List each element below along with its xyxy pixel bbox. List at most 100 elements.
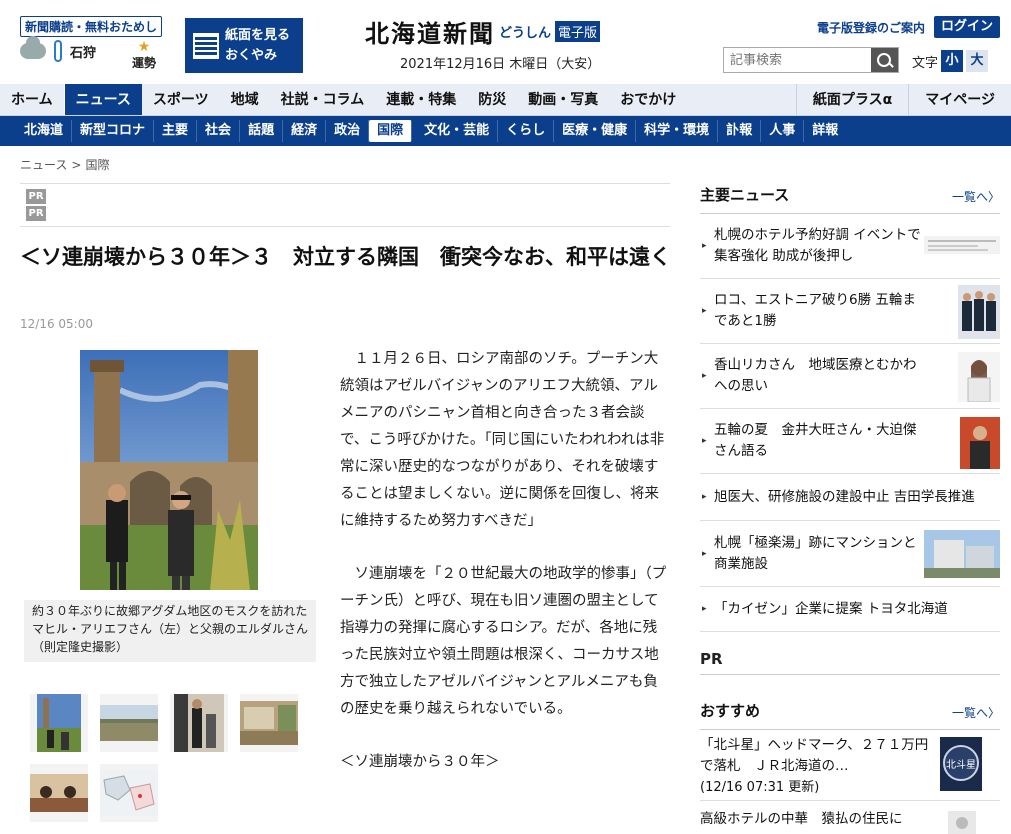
fortune-link[interactable]: ★ 運勢 [132,40,156,71]
nav-region[interactable]: 地域 [220,84,270,115]
font-size-control: 文字 小 大 [912,50,989,72]
map-image [100,770,158,816]
thermometer-icon [54,40,62,62]
news-title: 五輪の夏 金井大旺さん・大迫傑さん語る [714,422,917,459]
cat-life[interactable]: くらし [498,120,555,142]
register-link[interactable]: 電子版登録のご案内 [817,19,925,36]
thumbnail[interactable] [100,764,158,822]
nav-editorial[interactable]: 社説・コラム [270,84,376,115]
header: 新聞購読・無料おためし 石狩 ★ 運勢 紙面を見る おくやみ 北海道新聞 どうし… [0,0,1011,84]
nav-outing[interactable]: おでかけ [609,84,687,115]
main-news-more-link[interactable]: 一覧へ〉 [952,188,1000,205]
fortune-label: 運勢 [132,56,157,70]
cat-international[interactable]: 国際 [369,120,413,142]
main-news-header: 主要ニュース 一覧へ〉 [700,184,1000,214]
article-subhead: ＜ソ連崩壊から３０年＞ [340,754,500,770]
cat-science[interactable]: 科学・環境 [636,120,719,142]
search-input[interactable] [724,48,871,72]
news-item[interactable]: ▸ 札幌「極楽湯」跡にマンションと商業施設 [700,521,1000,587]
weather-widget[interactable]: 石狩 [20,36,96,62]
font-small-button[interactable]: 小 [941,50,964,72]
pr-area: PR PR [20,183,670,227]
cat-main[interactable]: 主要 [154,120,198,142]
bullet-icon: ▸ [702,604,707,614]
obituary-label: おくやみ [225,47,278,63]
font-size-label: 文字 [912,55,939,71]
more-label: 一覧へ [951,706,988,720]
news-item[interactable]: ▸ 香山リカさん 地域医療とむかわへの思い [700,344,1000,409]
nav-sports[interactable]: スポーツ [142,84,220,115]
mosque-photo [80,350,258,590]
subscribe-promo-link[interactable]: 新聞購読・無料おためし [20,16,163,37]
thumbnail[interactable] [30,694,88,752]
cat-culture[interactable]: 文化・芸能 [416,120,499,142]
pr-tag[interactable]: PR [26,189,46,204]
cat-economy[interactable]: 経済 [283,120,327,142]
pr-tag[interactable]: PR [26,206,46,221]
recommend-title: おすすめ [700,702,761,720]
news-thumbnail [948,811,976,834]
newspaper-icon [193,32,219,59]
thumbnail[interactable] [170,694,228,752]
news-thumbnail [958,352,1000,402]
thumbnail-image [100,705,158,741]
nav-series[interactable]: 連載・特集 [375,84,467,115]
nav-video[interactable]: 動画・写真 [517,84,609,115]
news-item[interactable]: ▸ 旭医大、研修施設の建設中止 吉田学長推進 [700,474,1000,521]
news-thumbnail [924,236,1000,254]
nav-shimen-plus[interactable]: 紙面プラスα [795,84,908,115]
site-logo[interactable]: 北海道新聞 どうしん 電子版 [365,14,601,49]
thumbnail[interactable] [240,694,298,752]
category-nav: 北海道 新型コロナ 主要 社会 話題 経済 政治 国際 文化・芸能 くらし 医療… [0,116,1011,146]
view-print-button[interactable]: 紙面を見る おくやみ [185,18,303,73]
recommend-item[interactable]: 高級ホテルの中華 猿払の住民に [700,809,1000,834]
cat-obituary[interactable]: 訃報 [718,120,762,142]
sidebar-pr: PR [700,650,1000,675]
recommend-title-text: 高級ホテルの中華 猿払の住民に [700,811,903,827]
bullet-icon: ▸ [702,548,707,559]
breadcrumb-international[interactable]: 国際 [85,158,109,172]
nav-mypage[interactable]: マイページ [908,84,1011,115]
article-main-photo[interactable] [80,350,258,590]
cloud-icon [20,36,46,59]
cat-personnel[interactable]: 人事 [761,120,805,142]
news-thumbnail [924,530,1000,578]
login-button[interactable]: ログイン [934,16,1000,38]
nav-disaster[interactable]: 防災 [467,84,517,115]
article-paragraph: １１月２６日、ロシア南部のソチ。プーチン大統領はアゼルバイジャンのアリエフ大統領… [340,351,665,529]
thumbnail-image [174,694,224,752]
nav-news[interactable]: ニュース [63,84,142,115]
breadcrumb: ニュース > 国際 [20,156,109,173]
cat-corona[interactable]: 新型コロナ [72,120,155,142]
article-title: ＜ソ連崩壊から３０年＞３ 対立する隣国 衝突今なお、和平は遠く [20,245,671,269]
thumbnail-image [240,701,298,745]
article-search [723,47,899,73]
cat-detail[interactable]: 詳報 [804,120,846,142]
cat-hokkaido[interactable]: 北海道 [16,120,73,142]
logo-sub: どうしん [499,26,552,41]
cat-politics[interactable]: 政治 [326,120,370,142]
bullet-icon: ▸ [702,436,707,446]
search-icon[interactable] [871,48,898,72]
cat-topics[interactable]: 話題 [240,120,284,142]
nav-home[interactable]: ホーム [0,84,64,115]
news-title: 「カイゼン」企業に提案 トヨタ北海道 [714,601,948,617]
thumbnail[interactable] [30,764,88,822]
font-large-button[interactable]: 大 [966,50,989,72]
recommend-more-link[interactable]: 一覧へ〉 [952,704,1000,721]
hokutosei-logo-text: 北斗星 [946,759,976,771]
cat-society[interactable]: 社会 [197,120,241,142]
breadcrumb-news[interactable]: ニュース [20,158,67,172]
article-body: １１月２６日、ロシア南部のソチ。プーチン大統領はアゼルバイジャンのアリエフ大統領… [340,346,668,802]
news-item[interactable]: ▸ 札幌のホテル予約好調 イベントで集客強化 助成が後押し [700,214,1000,279]
recommend-item[interactable]: 「北斗星」ヘッドマーク、２７１万円で落札 ＪＲ北海道の… (12/16 07:3… [700,735,1000,801]
recommend-updated: (12/16 07:31 更新) [700,780,820,795]
cat-health[interactable]: 医療・健康 [554,120,637,142]
news-item[interactable]: ▸ 「カイゼン」企業に提案 トヨタ北海道 [700,587,1000,632]
main-news-title: 主要ニュース [700,186,790,204]
chevron-right-icon: 〉 [987,190,1000,204]
thumbnail[interactable] [100,694,158,752]
news-item[interactable]: ▸ ロコ、エストニア破り6勝 五輪まであと1勝 [700,279,1000,344]
more-label: 一覧へ [951,190,988,204]
news-item[interactable]: ▸ 五輪の夏 金井大旺さん・大迫傑さん語る [700,409,1000,474]
